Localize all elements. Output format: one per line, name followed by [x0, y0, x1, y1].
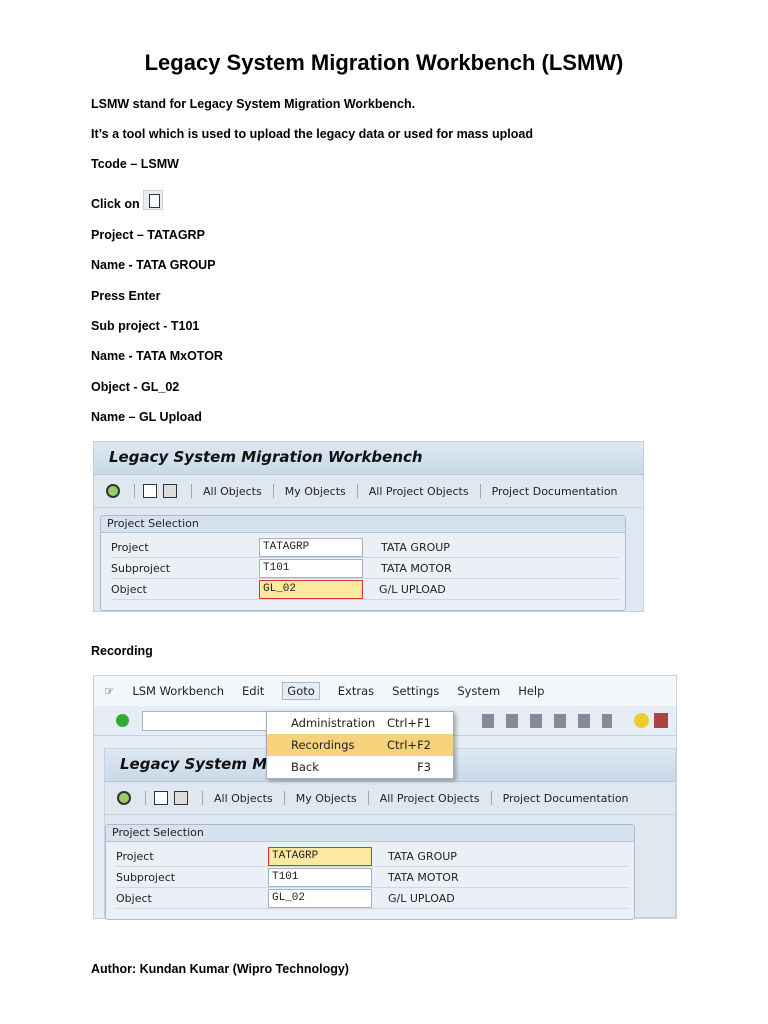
text-line: Click on	[91, 197, 140, 211]
menu-icon[interactable]: ☞	[104, 684, 114, 698]
edit-icon[interactable]	[174, 791, 188, 805]
object-input[interactable]: GL_02	[268, 889, 372, 908]
menu-help[interactable]: Help	[518, 684, 544, 698]
text-line: Sub project - T101	[91, 319, 200, 333]
menu-lsm-workbench[interactable]: LSM Workbench	[132, 684, 224, 698]
document-title: Legacy System Migration Workbench (LSMW)	[144, 50, 624, 75]
text-line: LSMW stand for Legacy System Migration W…	[91, 97, 416, 111]
menu-item-back[interactable]: Back F3	[267, 756, 453, 778]
menu-edit[interactable]: Edit	[242, 684, 264, 698]
new-icon[interactable]	[154, 791, 168, 805]
text-line: Project – TATAGRP	[91, 228, 205, 242]
author-line: Author: Kundan Kumar (Wipro Technology)	[91, 962, 349, 976]
field-label: Subproject	[111, 562, 171, 575]
execute-clock-icon[interactable]	[117, 791, 131, 805]
object-input[interactable]: GL_02	[259, 580, 363, 599]
command-field[interactable]	[142, 711, 267, 731]
field-label: Object	[116, 892, 152, 905]
sap-screenshot-2: ☞ LSM Workbench Edit Goto Extras Setting…	[93, 675, 677, 920]
goto-dropdown: Administration Ctrl+F1 Recordings Ctrl+F2 …	[266, 711, 454, 779]
sap-header: Legacy System Migration Workbench	[94, 442, 643, 475]
menu-goto[interactable]: Goto	[282, 682, 320, 700]
menu-settings[interactable]: Settings	[392, 684, 439, 698]
field-desc: TATA MOTOR	[388, 871, 459, 884]
sap-screenshot-1: Legacy System Migration Workbench All Ob…	[93, 441, 644, 612]
project-input[interactable]: TATAGRP	[268, 847, 372, 866]
field-label: Project	[116, 850, 154, 863]
project-selection-group: Project Selection Project TATAGRP TATA GRO…	[100, 515, 626, 611]
field-desc: G/L UPLOAD	[388, 892, 455, 905]
project-documentation-button[interactable]: Project Documentation	[500, 792, 632, 805]
toolbar-icons[interactable]	[482, 714, 612, 728]
text-line: Press Enter	[91, 289, 161, 303]
field-desc: G/L UPLOAD	[379, 583, 446, 596]
layout-icon[interactable]	[654, 713, 668, 728]
all-project-objects-button[interactable]: All Project Objects	[366, 485, 472, 498]
field-desc: TATA GROUP	[381, 541, 450, 554]
project-documentation-button[interactable]: Project Documentation	[489, 485, 621, 498]
edit-icon[interactable]	[163, 484, 177, 498]
field-label: Object	[111, 583, 147, 596]
field-label: Project	[111, 541, 149, 554]
sap-toolbar: All Objects My Objects All Project Objec…	[94, 475, 643, 508]
field-label: Subproject	[116, 871, 176, 884]
group-title: Project Selection	[106, 825, 634, 842]
my-objects-button[interactable]: My Objects	[282, 485, 349, 498]
all-objects-button[interactable]: All Objects	[200, 485, 265, 498]
text-line: It’s a tool which is used to upload the …	[91, 127, 533, 141]
menu-item-recordings[interactable]: Recordings Ctrl+F2	[267, 734, 453, 756]
subproject-input[interactable]: T101	[259, 559, 363, 578]
text-line: Object - GL_02	[91, 380, 180, 394]
all-project-objects-button[interactable]: All Project Objects	[377, 792, 483, 805]
my-objects-button[interactable]: My Objects	[293, 792, 360, 805]
project-selection-group: Project Selection Project TATAGRP TATA GRO…	[105, 824, 635, 920]
group-title: Project Selection	[101, 516, 625, 533]
project-input[interactable]: TATAGRP	[259, 538, 363, 557]
help-icon[interactable]	[634, 713, 649, 728]
text-line: Name - TATA MxOTOR	[91, 349, 223, 363]
text-line: Name - TATA GROUP	[91, 258, 216, 272]
sap-toolbar: All Objects My Objects All Project Objec…	[105, 782, 675, 815]
subproject-input[interactable]: T101	[268, 868, 372, 887]
all-objects-button[interactable]: All Objects	[211, 792, 276, 805]
text-line: Name – GL Upload	[91, 410, 202, 424]
text-line: Recording	[91, 644, 153, 658]
new-document-icon	[142, 190, 163, 210]
execute-clock-icon[interactable]	[106, 484, 120, 498]
menu-system[interactable]: System	[457, 684, 500, 698]
menu-item-administration[interactable]: Administration Ctrl+F1	[267, 712, 453, 734]
menu-bar: ☞ LSM Workbench Edit Goto Extras Setting…	[94, 676, 676, 706]
new-icon[interactable]	[143, 484, 157, 498]
field-desc: TATA GROUP	[388, 850, 457, 863]
text-line: Tcode – LSMW	[91, 157, 179, 171]
check-icon[interactable]	[116, 714, 129, 727]
field-desc: TATA MOTOR	[381, 562, 452, 575]
menu-extras[interactable]: Extras	[338, 684, 374, 698]
